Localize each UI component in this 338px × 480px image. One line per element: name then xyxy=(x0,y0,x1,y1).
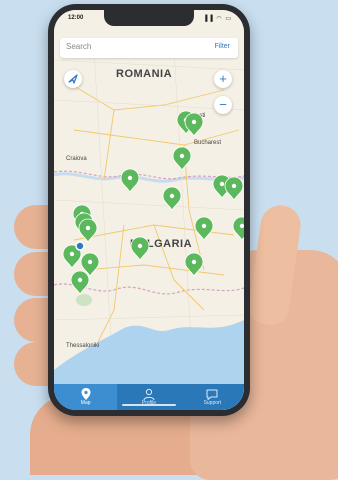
user-icon xyxy=(143,388,155,401)
map-marker[interactable] xyxy=(232,216,244,241)
tab-support[interactable]: Support xyxy=(181,384,244,410)
tab-profile[interactable]: Profile xyxy=(117,384,180,410)
map-marker[interactable] xyxy=(184,112,204,137)
tab-support-label: Support xyxy=(203,400,222,406)
map-marker[interactable] xyxy=(120,168,140,193)
phone-notch xyxy=(104,10,194,26)
map-marker[interactable] xyxy=(224,176,244,201)
tab-map-label: Map xyxy=(80,400,91,406)
search-bar: Filter xyxy=(60,38,238,58)
map-marker[interactable] xyxy=(194,216,214,241)
locate-me-button[interactable] xyxy=(64,70,82,88)
home-indicator xyxy=(122,404,176,406)
map-pin-icon xyxy=(81,388,91,400)
bottom-tab-bar: Map Profile Support xyxy=(54,384,244,410)
phone-screen: ROMANIA BULGARIA Ploiesti Bucharest Crai… xyxy=(54,10,244,410)
map-marker[interactable] xyxy=(162,186,182,211)
zoom-out-button[interactable]: − xyxy=(214,96,232,114)
map-marker[interactable] xyxy=(70,270,90,295)
status-icons: ▐▐ ◠ ▭ xyxy=(203,16,232,22)
tab-map[interactable]: Map xyxy=(54,384,118,410)
zoom-in-button[interactable]: + xyxy=(214,70,232,88)
filter-button[interactable]: Filter xyxy=(214,43,230,50)
search-input[interactable] xyxy=(66,42,186,51)
map-marker[interactable] xyxy=(172,146,192,171)
phone-device: ROMANIA BULGARIA Ploiesti Bucharest Crai… xyxy=(48,4,250,416)
map-marker[interactable] xyxy=(184,252,204,277)
map-markers-layer xyxy=(62,110,244,295)
map-marker[interactable] xyxy=(130,236,150,261)
navigation-arrow-icon xyxy=(68,74,78,84)
map-marker[interactable] xyxy=(78,218,98,243)
status-time: 12:00 xyxy=(68,15,84,21)
chat-icon xyxy=(206,389,218,400)
user-location-dot xyxy=(75,241,85,251)
